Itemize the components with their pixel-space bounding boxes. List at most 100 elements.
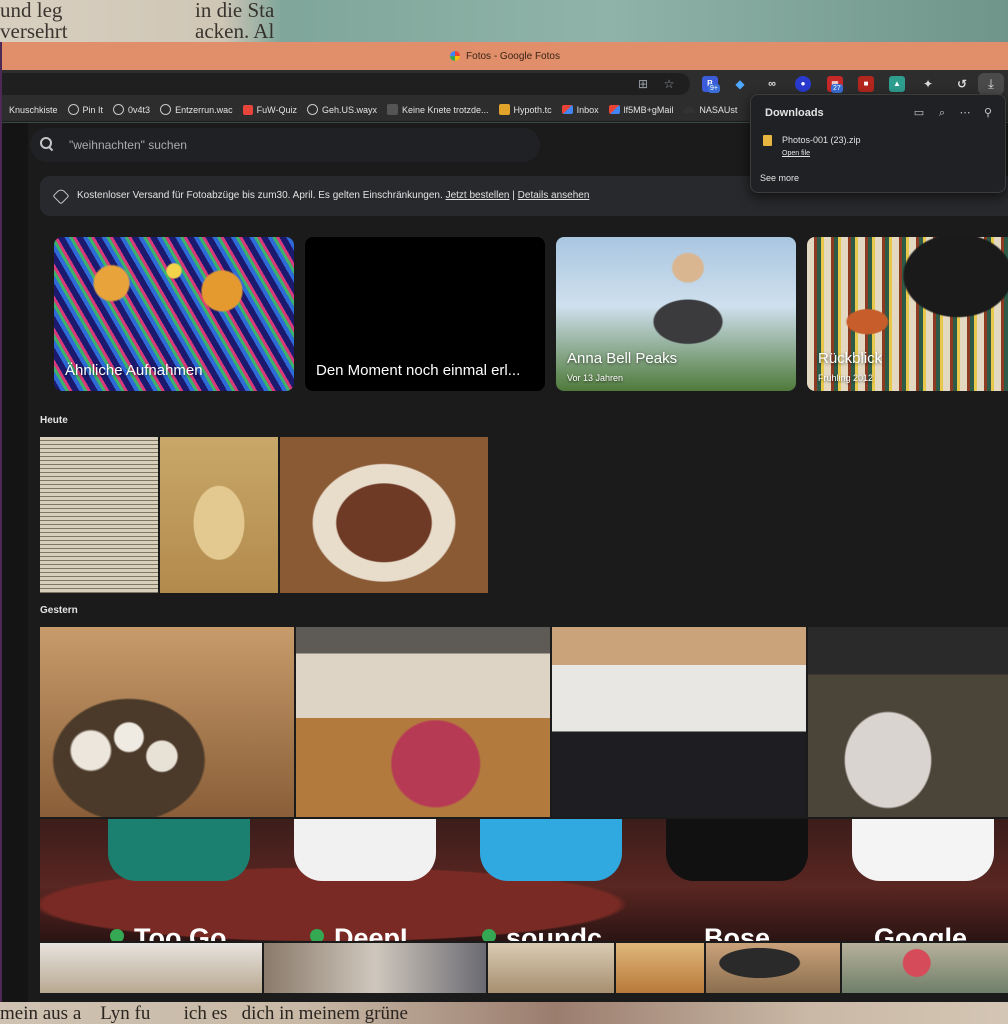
gear-icon bbox=[242, 104, 253, 115]
bookmark-label: Geh.US.wayx bbox=[321, 104, 377, 115]
memory-card[interactable]: Rückblick Frühling 2012 bbox=[807, 237, 1008, 391]
wallpaper-text: mein aus a Lyn fu ich es dich in meinem … bbox=[0, 1003, 408, 1024]
wallpaper-text: und leg versehrt bbox=[0, 0, 68, 42]
bookmark-item[interactable]: Keine Knete trotzde... bbox=[382, 104, 494, 115]
section-heading-yesterday: Gestern bbox=[40, 605, 78, 616]
pin-icon[interactable]: ⚲ bbox=[982, 107, 994, 119]
bookmark-label: FuW-Quiz bbox=[256, 104, 297, 115]
globe-icon bbox=[160, 104, 172, 115]
promo-text: Kostenloser Versand für Fotoabzüge bis z… bbox=[77, 190, 589, 201]
downloads-title: Downloads bbox=[765, 107, 824, 119]
zip-file-icon bbox=[763, 135, 772, 146]
photo-thumbnail[interactable] bbox=[296, 627, 550, 817]
bookmark-label: Hypoth.tc bbox=[513, 104, 552, 115]
desktop-wallpaper-bottom: mein aus a Lyn fu ich es dich in meinem … bbox=[0, 1002, 1008, 1024]
photo-thumbnail[interactable] bbox=[552, 627, 806, 817]
app-icon-tile bbox=[108, 819, 250, 881]
bookmark-star-icon[interactable]: ☆ bbox=[662, 77, 676, 91]
section-heading-today: Heute bbox=[40, 415, 68, 426]
photo-thumbnail[interactable] bbox=[706, 943, 840, 993]
more-options-icon[interactable]: ⋯ bbox=[959, 107, 971, 119]
app-icon-tile bbox=[480, 819, 622, 881]
bookmark-item[interactable]: lf5MB+gMail bbox=[604, 105, 679, 115]
window-titlebar[interactable]: Fotos - Google Fotos bbox=[2, 42, 1008, 70]
photo-thumbnail[interactable] bbox=[40, 437, 158, 593]
globe-icon bbox=[67, 104, 79, 115]
photo-thumbnail[interactable] bbox=[264, 943, 486, 993]
photo-thumbnail[interactable] bbox=[40, 627, 294, 817]
app-label: Bose bbox=[704, 923, 771, 941]
app-label: Too Go bbox=[134, 923, 227, 941]
folder-icon[interactable]: ▭ bbox=[913, 107, 925, 119]
bookmark-item[interactable]: Geh.US.wayx bbox=[302, 104, 382, 115]
details-link[interactable]: Details ansehen bbox=[518, 190, 590, 201]
window-title: Fotos - Google Fotos bbox=[466, 50, 560, 62]
bookmark-item[interactable]: Entzerrun.wac bbox=[155, 104, 238, 115]
photo-thumbnail[interactable] bbox=[280, 437, 488, 593]
search-box[interactable]: "weihnachten" suchen bbox=[30, 128, 540, 162]
app-icon-tile bbox=[852, 819, 994, 881]
memory-title: Ähnliche Aufnahmen bbox=[65, 362, 203, 379]
status-dot bbox=[110, 929, 124, 941]
bookmark-label: Keine Knete trotzde... bbox=[401, 104, 489, 115]
bookmark-item[interactable]: Hypoth.tc bbox=[494, 104, 557, 115]
extension-icon[interactable]: ▲ bbox=[889, 76, 905, 92]
install-app-icon[interactable]: ⊞ bbox=[636, 77, 650, 91]
bookmark-item[interactable]: Knuschkiste bbox=[4, 105, 63, 115]
bookmark-item[interactable]: Pin It bbox=[63, 104, 109, 115]
app-label: Google bbox=[874, 923, 967, 941]
address-bar[interactable]: ⊞ ☆ bbox=[2, 73, 690, 95]
bookmark-item[interactable]: 0v4t3 bbox=[108, 104, 155, 115]
history-icon[interactable]: ↺ bbox=[954, 76, 970, 92]
memory-card[interactable]: Den Moment noch einmal erl... bbox=[305, 237, 545, 391]
app-label: soundc bbox=[506, 923, 603, 941]
extension-icon[interactable]: ■ bbox=[858, 76, 874, 92]
memory-title: Rückblick bbox=[818, 350, 883, 367]
bookmark-item[interactable]: Inbox bbox=[557, 105, 604, 115]
app-icon-tile bbox=[294, 819, 436, 881]
open-file-link[interactable]: Open file bbox=[782, 150, 810, 157]
gmail-icon bbox=[608, 105, 620, 114]
downloads-button[interactable]: ⤓ bbox=[978, 73, 1004, 95]
memory-card[interactable]: Anna Bell Peaks Vor 13 Jahren bbox=[556, 237, 796, 391]
extension-badge: 27 bbox=[831, 84, 843, 93]
bookmark-item[interactable]: NASAUst bbox=[678, 105, 742, 115]
photo-thumbnail[interactable] bbox=[842, 943, 1008, 993]
search-icon bbox=[40, 137, 54, 151]
photo-thumbnail[interactable] bbox=[40, 943, 262, 993]
site-icon bbox=[683, 106, 696, 113]
bookmark-label: Knuschkiste bbox=[9, 104, 58, 115]
tag-icon bbox=[54, 189, 67, 202]
download-file-name[interactable]: Photos-001 (23).zip bbox=[782, 135, 861, 145]
photo-thumbnail[interactable] bbox=[160, 437, 278, 593]
glasses-extension-icon[interactable]: ∞ bbox=[764, 76, 780, 92]
search-icon[interactable]: ⌕ bbox=[936, 107, 948, 119]
site-icon bbox=[498, 104, 510, 115]
status-dot bbox=[482, 929, 496, 941]
memory-title: Anna Bell Peaks bbox=[567, 350, 678, 367]
see-more-link[interactable]: See more bbox=[760, 173, 799, 183]
extension-icon[interactable]: ● bbox=[795, 76, 811, 92]
order-now-link[interactable]: Jetzt bestellen bbox=[446, 190, 510, 201]
bookmark-label: Entzerrun.wac bbox=[175, 104, 233, 115]
desktop-wallpaper-top: und leg versehrt in die Sta acken. Al bbox=[0, 0, 1008, 42]
photo-thumbnail[interactable] bbox=[808, 627, 1008, 817]
sidebar bbox=[2, 123, 28, 1002]
photo-thumbnail[interactable]: Too Go DeepL soundc Bose Google bbox=[40, 819, 1008, 941]
app-label: DeepL bbox=[334, 923, 417, 941]
bookmark-label: NASAUst bbox=[699, 104, 738, 115]
puzzle-extensions-icon[interactable]: ✦ bbox=[920, 76, 936, 92]
memory-card[interactable]: Ähnliche Aufnahmen bbox=[54, 237, 294, 391]
promo-message: Kostenloser Versand für Fotoabzüge bis z… bbox=[77, 190, 443, 201]
bookmark-label: lf5MB+gMail bbox=[623, 104, 674, 115]
search-input[interactable]: "weihnachten" suchen bbox=[69, 138, 187, 152]
bookmark-item[interactable]: FuW-Quiz bbox=[238, 104, 302, 115]
status-dot bbox=[310, 929, 324, 941]
bookmark-label: Inbox bbox=[576, 104, 599, 115]
photo-thumbnail[interactable] bbox=[616, 943, 704, 993]
site-icon bbox=[386, 104, 398, 115]
diamond-extension-icon[interactable]: ◆ bbox=[732, 76, 748, 92]
bookmark-label: 0v4t3 bbox=[128, 104, 151, 115]
photo-thumbnail[interactable] bbox=[488, 943, 614, 993]
globe-icon bbox=[306, 104, 318, 115]
